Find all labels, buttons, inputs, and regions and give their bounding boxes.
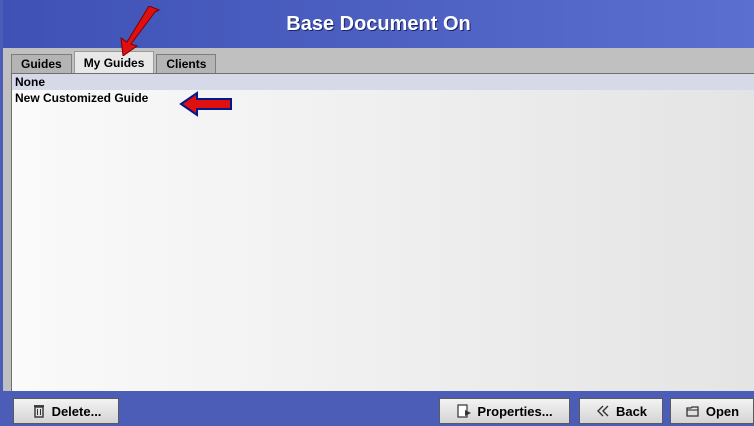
tab-clients[interactable]: Clients bbox=[156, 54, 217, 73]
button-bar: Delete... Properties... Back Open bbox=[3, 391, 754, 426]
delete-button-label: Delete... bbox=[51, 403, 102, 419]
properties-icon bbox=[456, 403, 472, 419]
delete-button[interactable]: Delete... bbox=[13, 398, 119, 424]
properties-button-label: Properties... bbox=[477, 403, 553, 419]
back-button-label: Back bbox=[615, 403, 648, 419]
tab-strip: Guides My Guides Clients bbox=[11, 51, 218, 73]
tab-my-guides[interactable]: My Guides bbox=[73, 51, 155, 73]
guide-list: None New Customized Guide bbox=[11, 73, 754, 391]
tab-guides[interactable]: Guides bbox=[11, 54, 72, 73]
base-document-dialog: Base Document On Guides My Guides Client… bbox=[0, 0, 754, 426]
back-button[interactable]: Back bbox=[579, 398, 663, 424]
open-folder-icon bbox=[685, 403, 701, 419]
double-chevron-left-icon bbox=[595, 403, 611, 419]
properties-button[interactable]: Properties... bbox=[439, 398, 570, 424]
dialog-title: Base Document On bbox=[3, 0, 754, 48]
open-button[interactable]: Open bbox=[670, 398, 754, 424]
open-button-label: Open bbox=[705, 403, 740, 419]
list-item-new-customized-guide[interactable]: New Customized Guide bbox=[12, 90, 754, 106]
trash-icon bbox=[31, 403, 47, 419]
list-item-none[interactable]: None bbox=[12, 74, 754, 90]
